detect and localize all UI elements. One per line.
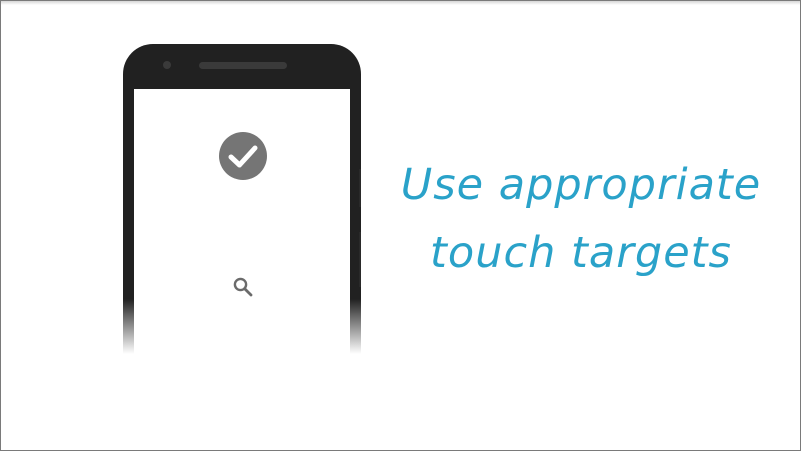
phone-volume-button bbox=[359, 169, 361, 207]
top-edge bbox=[1, 1, 800, 5]
phone-bottom-fade bbox=[123, 299, 361, 354]
slide: Use appropriate touch targets bbox=[0, 0, 801, 451]
phone-speaker bbox=[199, 62, 287, 69]
phone-mockup bbox=[123, 44, 361, 354]
search-icon[interactable] bbox=[231, 275, 255, 299]
slide-caption: Use appropriate touch targets bbox=[386, 151, 776, 287]
phone-camera bbox=[163, 61, 171, 69]
check-circle-icon[interactable] bbox=[219, 132, 267, 180]
caption-line-2: touch targets bbox=[430, 228, 732, 278]
phone-power-button bbox=[359, 232, 361, 287]
caption-line-1: Use appropriate bbox=[400, 160, 762, 210]
